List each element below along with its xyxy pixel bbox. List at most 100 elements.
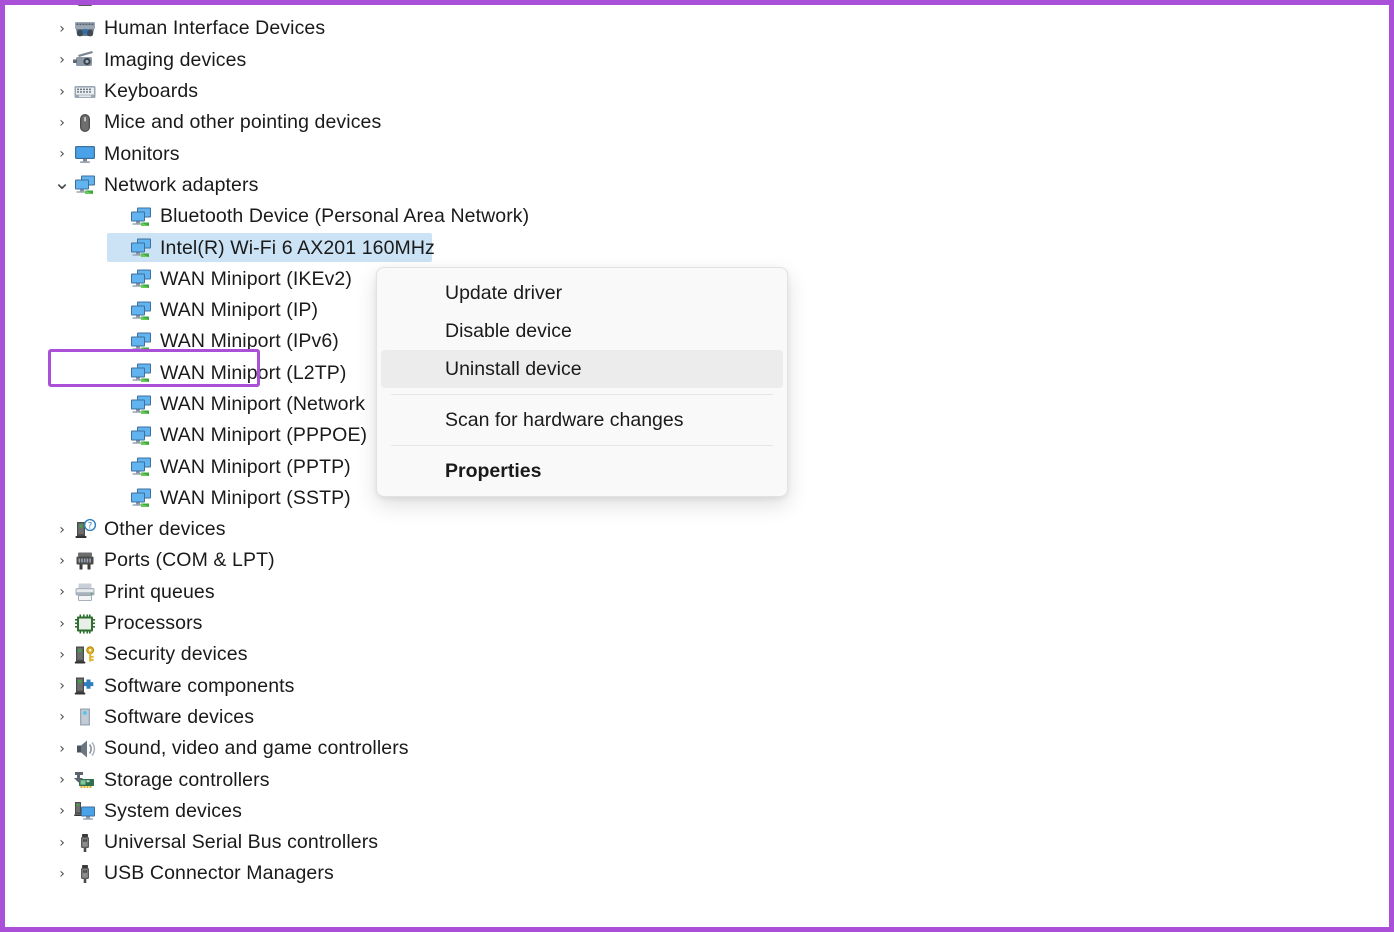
chevron-right-icon[interactable]: ›	[51, 0, 73, 5]
tree-item[interactable]: › Sound, video and game controllers	[5, 733, 1389, 764]
tree-item[interactable]: › USB Connector Managers	[5, 858, 1389, 889]
software-device-icon	[73, 706, 97, 728]
printer-icon	[73, 581, 97, 603]
chevron-right-icon[interactable]: ›	[51, 147, 73, 161]
tree-item-label: Firmware	[104, 5, 186, 9]
chevron-down-icon[interactable]: ⌄	[51, 172, 73, 192]
device-context-menu[interactable]: Update driver Disable device Uninstall dev…	[376, 267, 788, 497]
tree-item-label: WAN Miniport (IKEv2)	[160, 267, 352, 290]
menu-separator	[391, 394, 773, 395]
storage-controller-icon	[73, 769, 97, 791]
network-adapter-icon	[129, 300, 153, 322]
tree-item-label: WAN Miniport (Network	[160, 393, 366, 415]
chevron-right-icon[interactable]: ›	[51, 116, 73, 130]
chevron-right-icon[interactable]: ›	[51, 554, 73, 568]
tree-item[interactable]: › Human Interface Devices	[5, 13, 1389, 44]
tree-item-label: USB Connector Managers	[104, 862, 334, 885]
tree-item-label: Keyboards	[104, 80, 199, 103]
svg-text:?: ?	[88, 521, 93, 531]
usb-icon	[73, 863, 97, 885]
tree-item[interactable]: › Storage controllers	[5, 764, 1389, 795]
tree-item[interactable]: › Software devices	[5, 702, 1389, 733]
tree-item[interactable]: › System devices	[5, 796, 1389, 827]
tree-item[interactable]: › Print queues	[5, 577, 1389, 608]
hid-icon	[73, 18, 97, 40]
chevron-right-icon[interactable]: ›	[51, 585, 73, 599]
device-manager-screen: › Firmware › Human Interface Devices › Imagin…	[0, 0, 1394, 932]
imaging-icon	[73, 49, 97, 71]
tree-item-label: Software devices	[104, 705, 255, 728]
chevron-right-icon[interactable]: ›	[51, 617, 73, 631]
tree-item[interactable]: › Imaging devices	[5, 45, 1389, 76]
menu-item-uninstall-device[interactable]: Uninstall device	[381, 350, 783, 388]
chevron-right-icon[interactable]: ›	[51, 22, 73, 36]
chevron-right-icon[interactable]: ›	[51, 804, 73, 818]
software-component-icon	[73, 675, 97, 697]
port-icon	[73, 550, 97, 572]
chevron-right-icon[interactable]: ›	[51, 773, 73, 787]
menu-item-disable-device[interactable]: Disable device	[381, 312, 783, 350]
tree-item[interactable]: › Firmware	[5, 0, 1389, 13]
network-adapter-icon	[129, 394, 153, 416]
tree-item-label: Bluetooth Device (Personal Area Network)	[160, 205, 530, 228]
tree-item-label: Software components	[104, 674, 295, 697]
network-adapter-icon	[129, 362, 153, 384]
processor-icon	[73, 613, 97, 635]
chevron-right-icon[interactable]: ›	[51, 523, 73, 537]
chevron-right-icon[interactable]: ›	[51, 679, 73, 693]
tree-item-label: Human Interface Devices	[104, 17, 326, 40]
tree-item[interactable]: ⌄ Network adapters	[5, 170, 1389, 201]
security-device-icon	[73, 644, 97, 666]
tree-item[interactable]: › Universal Serial Bus controllers	[5, 827, 1389, 858]
sound-icon	[73, 738, 97, 760]
network-adapter-icon	[129, 456, 153, 478]
tree-item[interactable]: › Mice and other pointing devices	[5, 107, 1389, 138]
firmware-icon	[73, 5, 97, 9]
tree-item-label: Print queues	[104, 580, 215, 603]
tree-item[interactable]: › Monitors	[5, 138, 1389, 169]
chevron-right-icon[interactable]: ›	[51, 710, 73, 724]
chevron-right-icon[interactable]: ›	[51, 867, 73, 881]
tree-item-label: Imaging devices	[104, 48, 247, 71]
network-adapter-icon	[129, 237, 153, 259]
tree-item-label: WAN Miniport (SSTP)	[160, 486, 351, 509]
tree-item-label: WAN Miniport (PPPOE)	[160, 424, 368, 447]
chevron-right-icon[interactable]: ›	[51, 648, 73, 662]
menu-item-scan-for-hardware-changes[interactable]: Scan for hardware changes	[381, 401, 783, 439]
tree-item-label: Network adapters	[104, 173, 259, 196]
tree-item[interactable]: › Security devices	[5, 639, 1389, 670]
menu-item-properties[interactable]: Properties	[381, 452, 783, 490]
chevron-right-icon[interactable]: ›	[51, 742, 73, 756]
tree-item-label: Processors	[104, 612, 203, 635]
network-adapter-icon	[129, 425, 153, 447]
tree-item-label: Intel(R) Wi-Fi 6 AX201 160MHz	[160, 236, 435, 259]
tree-item[interactable]: Bluetooth Device (Personal Area Network)	[5, 201, 1389, 232]
tree-item[interactable]: ›? Other devices	[5, 514, 1389, 545]
network-adapter-icon	[129, 206, 153, 228]
tree-item-label: Other devices	[104, 518, 226, 541]
mouse-icon	[73, 112, 97, 134]
chevron-right-icon[interactable]: ›	[51, 836, 73, 850]
tree-item-label: Security devices	[104, 643, 248, 666]
tree-item[interactable]: › Ports (COM & LPT)	[5, 545, 1389, 576]
tree-item[interactable]: › Keyboards	[5, 76, 1389, 107]
chevron-right-icon[interactable]: ›	[51, 85, 73, 99]
chevron-right-icon[interactable]: ›	[51, 53, 73, 67]
menu-separator	[391, 445, 773, 446]
tree-item[interactable]: Intel(R) Wi-Fi 6 AX201 160MHz	[5, 232, 1389, 263]
network-adapter-icon	[129, 268, 153, 290]
network-adapter-icon	[129, 487, 153, 509]
tree-item-label: Universal Serial Bus controllers	[104, 831, 379, 854]
tree-item-label: Storage controllers	[104, 768, 270, 791]
menu-item-update-driver[interactable]: Update driver	[381, 274, 783, 312]
tree-item[interactable]: › Processors	[5, 608, 1389, 639]
tree-item[interactable]: › Software components	[5, 671, 1389, 702]
usb-icon	[73, 832, 97, 854]
tree-item-label: Monitors	[104, 142, 180, 165]
tree-item-label: WAN Miniport (PPTP)	[160, 455, 351, 478]
system-device-icon	[73, 800, 97, 822]
other-devices-icon: ?	[73, 518, 97, 541]
tree-item-label: System devices	[104, 799, 242, 822]
keyboard-icon	[73, 81, 97, 103]
tree-item-label: Sound, video and game controllers	[104, 737, 409, 760]
